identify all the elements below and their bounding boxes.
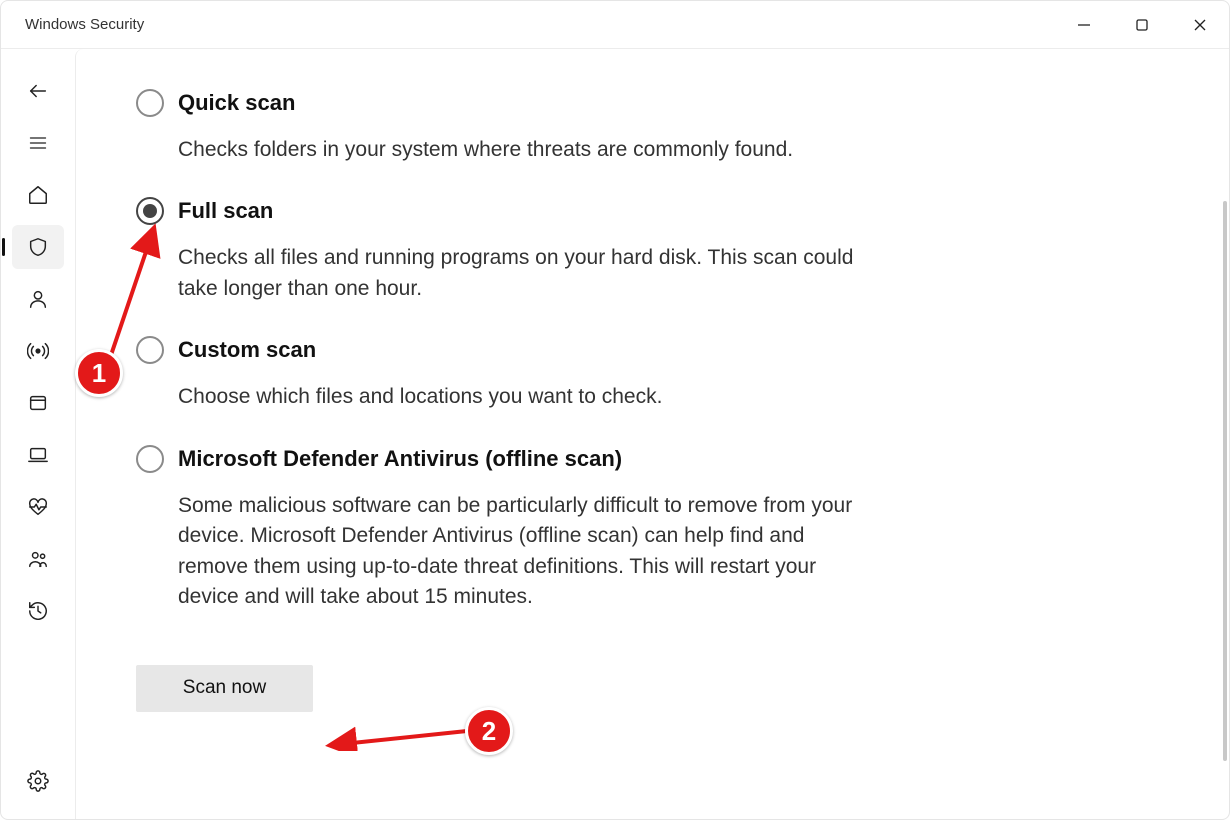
scrollbar-thumb[interactable] [1223, 201, 1227, 761]
history-icon [27, 600, 49, 622]
antenna-icon [27, 340, 49, 362]
window-icon [27, 392, 49, 414]
maximize-button[interactable] [1113, 1, 1171, 48]
option-full-scan: Full scan Checks all files and running p… [136, 197, 1179, 304]
person-icon [27, 288, 49, 310]
people-icon [27, 548, 49, 570]
menu-button[interactable] [12, 121, 64, 165]
window-title: Windows Security [25, 16, 144, 33]
annotation-badge-2: 2 [465, 707, 513, 755]
sidebar-item-device[interactable] [12, 433, 64, 477]
offline-scan-desc: Some malicious software can be particula… [178, 491, 878, 613]
radio-offline[interactable] [136, 445, 164, 473]
full-scan-text: Full scan Checks all files and running p… [178, 197, 878, 304]
sidebar-item-history[interactable] [12, 589, 64, 633]
sidebar-item-network[interactable] [12, 329, 64, 373]
full-scan-desc: Checks all files and running programs on… [178, 243, 878, 304]
titlebar: Windows Security [1, 1, 1229, 49]
gear-icon [27, 770, 49, 792]
option-custom-scan: Custom scan Choose which files and locat… [136, 336, 1179, 412]
scrollbar-track[interactable] [1217, 1, 1227, 771]
sidebar-bottom [1, 759, 75, 803]
minimize-icon [1077, 18, 1091, 32]
sidebar-item-app-browser[interactable] [12, 381, 64, 425]
home-icon [27, 184, 49, 206]
quick-scan-text: Quick scan Checks folders in your system… [178, 89, 878, 165]
radio-custom[interactable] [136, 336, 164, 364]
quick-scan-title: Quick scan [178, 89, 878, 117]
sidebar-item-security[interactable] [12, 225, 64, 269]
quick-scan-desc: Checks folders in your system where thre… [178, 135, 878, 165]
option-offline-scan: Microsoft Defender Antivirus (offline sc… [136, 445, 1179, 613]
minimize-button[interactable] [1055, 1, 1113, 48]
offline-scan-text: Microsoft Defender Antivirus (offline sc… [178, 445, 878, 613]
heart-pulse-icon [27, 496, 49, 518]
radio-full[interactable] [136, 197, 164, 225]
sidebar-inner [12, 69, 64, 819]
annotation-badge-1: 1 [75, 349, 123, 397]
sidebar [1, 49, 75, 819]
sidebar-item-family[interactable] [12, 537, 64, 581]
body-area: Quick scan Checks folders in your system… [1, 49, 1229, 819]
custom-scan-desc: Choose which files and locations you wan… [178, 382, 878, 412]
laptop-icon [27, 444, 49, 466]
sidebar-item-home[interactable] [12, 173, 64, 217]
radio-quick[interactable] [136, 89, 164, 117]
sidebar-item-settings[interactable] [12, 759, 64, 803]
main-content: Quick scan Checks folders in your system… [75, 49, 1229, 819]
custom-scan-text: Custom scan Choose which files and locat… [178, 336, 878, 412]
sidebar-item-account[interactable] [12, 277, 64, 321]
full-scan-title: Full scan [178, 197, 878, 225]
hamburger-icon [28, 133, 48, 153]
sidebar-item-health[interactable] [12, 485, 64, 529]
back-arrow-icon [27, 80, 49, 102]
maximize-icon [1135, 18, 1149, 32]
scan-now-button[interactable]: Scan now [136, 665, 313, 712]
back-button[interactable] [12, 69, 64, 113]
close-icon [1193, 18, 1207, 32]
offline-scan-title: Microsoft Defender Antivirus (offline sc… [178, 445, 878, 473]
shield-icon [27, 236, 49, 258]
window-controls [1055, 1, 1229, 48]
custom-scan-title: Custom scan [178, 336, 878, 364]
option-quick-scan: Quick scan Checks folders in your system… [136, 89, 1179, 165]
